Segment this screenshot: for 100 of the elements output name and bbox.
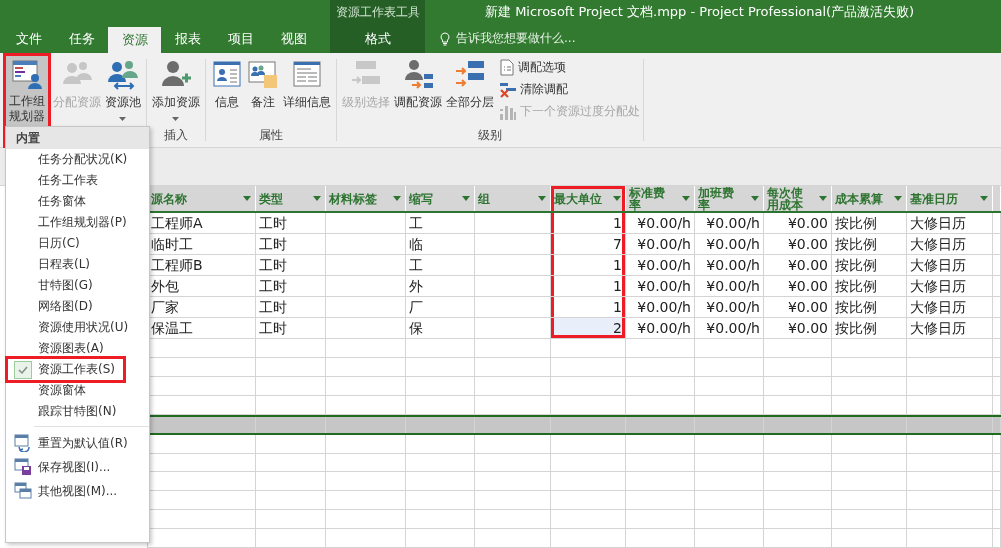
dropdown-arrow-icon[interactable] — [751, 196, 759, 201]
column-header[interactable]: 组 — [475, 186, 551, 212]
table-cell: ¥0.00 — [764, 297, 832, 318]
table-cell: 大修日历 — [907, 234, 993, 255]
menu-item[interactable]: 工作组规划器(P) — [6, 212, 149, 233]
caret-icon — [172, 117, 180, 121]
table-cell: 按比例 — [832, 276, 907, 297]
column-header[interactable]: 标准费率 — [626, 186, 695, 212]
menu-item[interactable]: 网络图(D) — [6, 296, 149, 317]
views-icon — [14, 482, 32, 500]
form-icon — [290, 58, 323, 90]
ribbon-tab[interactable]: 格式 — [330, 24, 425, 53]
group-label: 插入 — [162, 127, 189, 144]
table-cell: 工时 — [256, 213, 326, 234]
table-cell: 临 — [406, 234, 475, 255]
ribbon-button[interactable]: 添加资源 — [149, 55, 202, 127]
column-header[interactable]: 加班费率 — [695, 186, 764, 212]
menu-item[interactable]: 任务窗体 — [6, 191, 149, 212]
table-cell: ¥0.00/h — [626, 213, 695, 234]
menu-item[interactable]: 资源图表(A) — [6, 338, 149, 359]
table-cell: 1 — [551, 297, 626, 318]
column-header[interactable]: 基准日历 — [907, 186, 993, 212]
tell-me-field[interactable]: 告诉我您想要做什么... — [456, 30, 576, 47]
people-arrows-icon — [106, 58, 139, 90]
table-cell: ¥0.00/h — [695, 255, 764, 276]
ribbon-button[interactable]: 全部分层 — [443, 55, 496, 127]
column-header[interactable]: 材料标签 — [326, 186, 406, 212]
ribbon-tab[interactable]: 任务 — [55, 24, 108, 53]
table-cell: ¥0.00/h — [695, 276, 764, 297]
menu-item[interactable]: 其他视图(M)... — [6, 479, 149, 503]
dropdown-arrow-icon[interactable] — [462, 196, 470, 201]
table-cell: 大修日历 — [907, 318, 993, 339]
table-cell: 工时 — [256, 276, 326, 297]
dropdown-arrow-icon[interactable] — [538, 196, 546, 201]
menu-item[interactable]: 日历(C) — [6, 233, 149, 254]
group-label: 属性 — [257, 127, 284, 144]
ribbon-button[interactable]: 信息 — [208, 55, 245, 127]
table-cell: 1 — [551, 213, 626, 234]
table-cell: ¥0.00/h — [626, 276, 695, 297]
ribbon-tab[interactable]: 报表 — [161, 24, 214, 53]
table-cell: ¥0.00/h — [626, 297, 695, 318]
menu-item[interactable]: 保存视图(I)... — [6, 455, 149, 479]
dropdown-arrow-icon[interactable] — [819, 196, 827, 201]
table-cell: 按比例 — [832, 297, 907, 318]
reset-view-icon — [14, 434, 32, 452]
menu-item[interactable]: 资源使用状况(U) — [6, 317, 149, 338]
document-icon — [499, 59, 514, 76]
table-cell: 保 — [406, 318, 475, 339]
dropdown-arrow-icon[interactable] — [980, 196, 988, 201]
dropdown-arrow-icon[interactable] — [393, 196, 401, 201]
ribbon-tab[interactable]: 资源 — [108, 27, 161, 53]
ribbon-button[interactable]: 调配资源 — [391, 55, 444, 127]
table-cell: 按比例 — [832, 213, 907, 234]
ribbon-button[interactable]: 清除调配 — [499, 80, 640, 99]
table-cell: ¥0.00/h — [626, 255, 695, 276]
note-card-icon — [246, 58, 279, 90]
menu-item[interactable]: 日程表(L) — [6, 254, 149, 275]
contextual-title: 资源工作表工具 — [330, 0, 425, 24]
table-cell: ¥0.00 — [764, 234, 832, 255]
ribbon-button[interactable]: 备注 — [244, 55, 281, 127]
table-cell: ¥0.00/h — [695, 318, 764, 339]
table-cell: 1 — [551, 255, 626, 276]
menu-item[interactable]: 跟踪甘特图(N) — [6, 401, 149, 422]
dropdown-arrow-icon[interactable] — [613, 196, 621, 201]
dropdown-arrow-icon[interactable] — [894, 196, 902, 201]
column-header[interactable]: 每次使用成本 — [764, 186, 832, 212]
ribbon-tab[interactable]: 文件 — [2, 24, 55, 53]
menu-item[interactable]: 资源窗体 — [6, 380, 149, 401]
column-header[interactable]: 成本累算 — [832, 186, 907, 212]
table-cell: 工时 — [256, 297, 326, 318]
table-cell: ¥0.00 — [764, 276, 832, 297]
menu-item[interactable]: 任务分配状况(K) — [6, 149, 149, 170]
caret-icon — [119, 117, 127, 121]
column-header[interactable]: 缩写 — [406, 186, 475, 212]
column-header[interactable]: 类型 — [256, 186, 326, 212]
menu-item[interactable]: 甘特图(G) — [6, 275, 149, 296]
menu-item[interactable]: 重置为默认值(R) — [6, 431, 149, 455]
menu-item[interactable]: 资源工作表(S) — [6, 359, 149, 380]
table-cell: 外 — [406, 276, 475, 297]
ribbon-tab[interactable]: 项目 — [214, 24, 267, 53]
table-cell: 大修日历 — [907, 255, 993, 276]
table-cell: 厂 — [406, 297, 475, 318]
ribbon-tab[interactable]: 视图 — [267, 24, 320, 53]
table-cell: ¥0.00/h — [626, 234, 695, 255]
lightbulb-icon — [439, 31, 451, 46]
table-cell: 大修日历 — [907, 276, 993, 297]
menu-header: 内置 — [6, 127, 149, 149]
column-header[interactable]: 最大单位 — [551, 186, 626, 212]
table-cell: 工 — [406, 213, 475, 234]
window-title: 新建 Microsoft Project 文档.mpp - Project Professional(产品激活失败) — [484, 3, 915, 21]
save-view-icon — [14, 458, 32, 476]
dropdown-arrow-icon[interactable] — [243, 196, 251, 201]
dropdown-arrow-icon[interactable] — [682, 196, 690, 201]
table-cell: 按比例 — [832, 255, 907, 276]
ribbon-button[interactable]: 调配选项 — [499, 58, 640, 77]
ribbon-button[interactable]: 详细信息 — [280, 55, 333, 127]
menu-item[interactable]: 任务工作表 — [6, 170, 149, 191]
table-cell: ¥0.00 — [764, 318, 832, 339]
table-cell: 2 — [551, 318, 626, 339]
dropdown-arrow-icon[interactable] — [313, 196, 321, 201]
